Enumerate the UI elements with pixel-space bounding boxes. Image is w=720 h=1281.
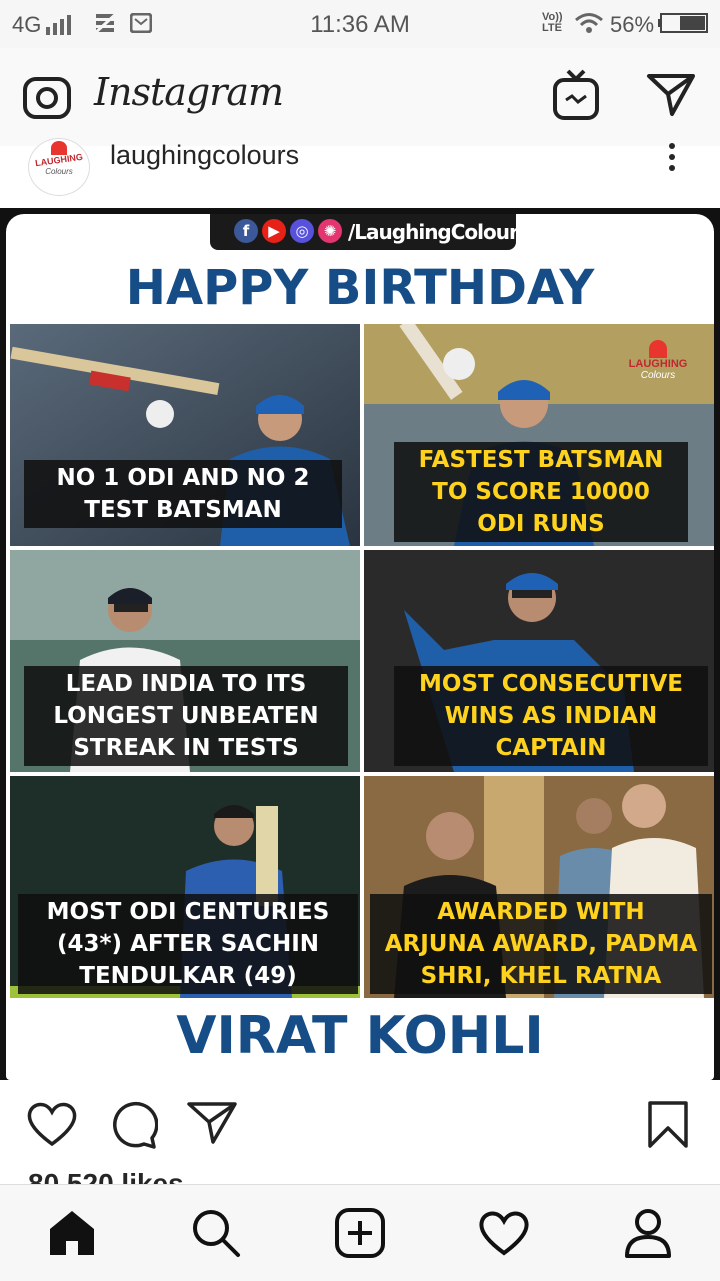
achievement-panel: AWARDED WITH ARJUNA AWARD, PADMA SHRI, K… bbox=[364, 776, 714, 998]
camera-icon[interactable] bbox=[22, 73, 72, 123]
caption-line: ODI RUNS bbox=[477, 511, 605, 537]
app-logo: Instagram bbox=[94, 70, 284, 114]
caption-line: WINS AS INDIAN bbox=[444, 703, 658, 729]
caption-line: NO 1 ODI AND NO 2 bbox=[56, 465, 310, 491]
more-options-icon[interactable] bbox=[662, 142, 682, 172]
achievement-panel: LEAD INDIA TO ITS LONGEST UNBEATEN STREA… bbox=[10, 550, 360, 772]
avatar-logo-subtext: Colours bbox=[45, 167, 73, 176]
avatar[interactable]: LAUGHING Colours bbox=[28, 138, 90, 196]
search-icon[interactable] bbox=[190, 1207, 242, 1259]
watermark-subtext: Colours bbox=[640, 370, 676, 381]
caption-line: (43*) AFTER SACHIN bbox=[57, 931, 319, 957]
bookmark-icon[interactable] bbox=[646, 1100, 690, 1150]
achievement-panel: MOST ODI CENTURIES (43*) AFTER SACHIN TE… bbox=[10, 776, 360, 998]
volte-line-2: LTE bbox=[542, 22, 562, 34]
profile-icon[interactable] bbox=[622, 1207, 674, 1259]
battery-percent: 56% bbox=[610, 12, 655, 37]
achievement-panel: NO 1 ODI AND NO 2 TEST BATSMAN bbox=[10, 324, 360, 546]
post-image[interactable]: f ▶ ◎ ✺ /LaughingColours HAPPY BIRTHDAY bbox=[0, 208, 720, 1080]
status-bar: 4G 11:36 AM Vo)) LTE 56% bbox=[0, 0, 720, 48]
post-title: HAPPY BIRTHDAY bbox=[125, 260, 595, 316]
caption-line: TEST BATSMAN bbox=[84, 497, 282, 523]
battery-icon bbox=[658, 13, 708, 33]
facebook-icon: f bbox=[234, 219, 258, 243]
achievement-caption: FASTEST BATSMAN TO SCORE 10000 ODI RUNS bbox=[394, 442, 688, 542]
volte-indicator: Vo)) LTE bbox=[542, 12, 563, 34]
caption-line: LEAD INDIA TO ITS bbox=[65, 671, 307, 697]
achievement-caption: LEAD INDIA TO ITS LONGEST UNBEATEN STREA… bbox=[24, 666, 348, 766]
achievement-caption: MOST ODI CENTURIES (43*) AFTER SACHIN TE… bbox=[18, 894, 358, 994]
caption-line: TO SCORE 10000 bbox=[432, 479, 650, 505]
wifi-icon bbox=[575, 13, 603, 33]
comment-icon[interactable] bbox=[108, 1100, 158, 1150]
avatar-logo-mark bbox=[51, 141, 67, 155]
caption-line: SHRI, KHEL RATNA bbox=[420, 963, 662, 989]
watermark-text: LAUGHING bbox=[628, 358, 688, 370]
watermark-mark bbox=[649, 340, 667, 358]
achievement-caption: NO 1 ODI AND NO 2 TEST BATSMAN bbox=[24, 460, 342, 528]
instagram-icon: ◎ bbox=[290, 219, 314, 243]
post-username[interactable]: laughingcolours bbox=[110, 140, 299, 171]
post-player-name: VIRAT KOHLI bbox=[176, 1006, 544, 1066]
caption-line: MOST ODI CENTURIES bbox=[46, 899, 330, 925]
caption-line: AWARDED WITH bbox=[437, 899, 645, 925]
post-header: LAUGHING Colours laughingcolours bbox=[0, 138, 720, 208]
achievement-grid: NO 1 ODI AND NO 2 TEST BATSMAN LAUGHING … bbox=[10, 324, 714, 1004]
caption-line: MOST CONSECUTIVE bbox=[419, 671, 683, 697]
igtv-icon[interactable] bbox=[552, 68, 600, 122]
youtube-icon: ▶ bbox=[262, 219, 286, 243]
caption-line: FASTEST BATSMAN bbox=[418, 447, 664, 473]
achievement-caption: AWARDED WITH ARJUNA AWARD, PADMA SHRI, K… bbox=[370, 894, 712, 994]
post-graphic: f ▶ ◎ ✺ /LaughingColours HAPPY BIRTHDAY bbox=[6, 214, 714, 1080]
caption-line: TENDULKAR (49) bbox=[79, 963, 297, 989]
caption-line: CAPTAIN bbox=[495, 735, 607, 761]
caption-line: STREAK IN TESTS bbox=[73, 735, 299, 761]
social-handle: /LaughingColours bbox=[348, 220, 530, 244]
add-post-icon[interactable] bbox=[334, 1207, 386, 1259]
achievement-panel: LAUGHING Colours FASTEST BATSMAN TO SCOR… bbox=[364, 324, 714, 546]
caption-line: ARJUNA AWARD, PADMA bbox=[384, 931, 698, 957]
direct-message-icon[interactable] bbox=[646, 72, 696, 118]
activity-icon[interactable] bbox=[478, 1207, 530, 1259]
like-icon[interactable] bbox=[26, 1100, 78, 1148]
bottom-navigation bbox=[0, 1184, 720, 1281]
achievement-panel: MOST CONSECUTIVE WINS AS INDIAN CAPTAIN bbox=[364, 550, 714, 772]
share-icon[interactable] bbox=[186, 1100, 238, 1146]
dribbble-icon: ✺ bbox=[318, 219, 342, 243]
social-handle-bar: f ▶ ◎ ✺ /LaughingColours bbox=[210, 214, 530, 250]
caption-line: LONGEST UNBEATEN bbox=[53, 703, 319, 729]
home-icon[interactable] bbox=[46, 1207, 98, 1259]
app-header: Instagram bbox=[0, 48, 720, 147]
achievement-caption: MOST CONSECUTIVE WINS AS INDIAN CAPTAIN bbox=[394, 666, 708, 766]
watermark-logo: LAUGHING Colours bbox=[626, 340, 690, 381]
post-actions bbox=[0, 1080, 720, 1180]
